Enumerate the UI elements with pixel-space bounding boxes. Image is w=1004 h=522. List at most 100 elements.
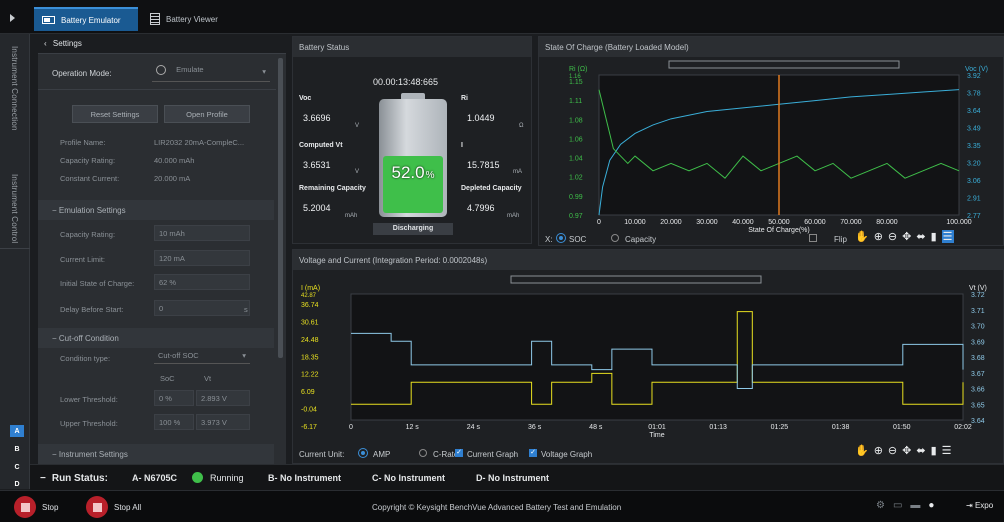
x-axis-label: State Of Charge(%) bbox=[748, 227, 809, 234]
operation-mode-select[interactable]: Emulate ▾ bbox=[152, 62, 270, 82]
i-tick-label: -6.17 bbox=[301, 424, 317, 431]
ri-tick-label: 0.97 bbox=[569, 213, 583, 220]
lower-soc-field[interactable]: 0 % bbox=[154, 390, 194, 406]
pan-icon[interactable]: ✋ bbox=[855, 230, 869, 243]
folder-icon[interactable]: ▬ bbox=[910, 500, 920, 511]
copyright-text: Copyright © Keysight BenchVue Advanced B… bbox=[372, 503, 622, 512]
vt-tick-label: 3.69 bbox=[971, 339, 985, 346]
condition-type-select[interactable]: Cut-off SOC ▾ bbox=[154, 348, 250, 364]
export-button[interactable]: ⇥ Expo bbox=[966, 501, 993, 510]
zoom-out-icon[interactable]: ⊖ bbox=[888, 444, 897, 457]
current-graph-checkbox[interactable]: ✓ bbox=[455, 449, 463, 457]
vt-tick-label: 3.70 bbox=[971, 324, 985, 331]
tab-battery-emulator[interactable]: Battery Emulator bbox=[34, 7, 138, 31]
i-tick-label: 36.74 bbox=[301, 302, 319, 309]
zoom-in-icon[interactable]: ⊕ bbox=[874, 444, 883, 457]
upper-vt-field[interactable]: 3.973 V bbox=[196, 414, 250, 430]
collapse-icon[interactable]: − bbox=[40, 473, 46, 484]
channel-a-button[interactable]: A bbox=[10, 425, 24, 437]
settings-panel: ‹ Settings Operation Mode: Emulate ▾ Res… bbox=[38, 34, 286, 464]
soc-chart[interactable]: Ri (Ω)1.161.151.111.081.061.041.020.990.… bbox=[539, 57, 1004, 247]
emulation-settings-header[interactable]: − Emulation Settings bbox=[38, 200, 274, 220]
current-limit-label: Current Limit: bbox=[60, 255, 106, 264]
zoom-out-icon[interactable]: ⊖ bbox=[888, 230, 897, 243]
instrument-connection-tab[interactable]: Instrument Connection bbox=[10, 46, 19, 131]
voc-tick-label: 3.06 bbox=[967, 178, 981, 185]
expand-icon[interactable]: ⬌ bbox=[916, 444, 925, 457]
run-status-bar: − Run Status: A- N6705C Running B- No Ins… bbox=[30, 464, 1004, 490]
options-icon[interactable]: ☰ bbox=[941, 230, 954, 243]
collapse-arrow-icon[interactable] bbox=[10, 14, 15, 22]
thermometer-icon[interactable]: ● bbox=[928, 500, 934, 511]
bookmark-icon[interactable]: ▮ bbox=[931, 230, 937, 243]
channel-b-button[interactable]: B bbox=[10, 443, 24, 455]
i-tick-label: -0.04 bbox=[301, 407, 317, 414]
amp-radio[interactable] bbox=[359, 449, 367, 457]
i-axis-top: 42.87 bbox=[301, 293, 317, 299]
open-profile-button[interactable]: Open Profile bbox=[164, 105, 250, 123]
instrument-control-tab[interactable]: Instrument Control bbox=[10, 174, 19, 243]
vt-tick-label: 3.66 bbox=[971, 387, 985, 394]
computed-vt-unit: V bbox=[355, 169, 360, 175]
x-tick-label: 20.000 bbox=[660, 219, 682, 226]
instrument-settings-header[interactable]: − Instrument Settings bbox=[38, 444, 274, 464]
initial-soc-field[interactable]: 62 % bbox=[154, 274, 250, 290]
stop-icon[interactable] bbox=[14, 496, 36, 518]
stop-button[interactable]: Stop bbox=[42, 503, 58, 512]
x-tick-label: 100.000 bbox=[946, 219, 971, 226]
settings-scrollbar[interactable] bbox=[278, 58, 283, 358]
voc-tick-label: 2.91 bbox=[967, 196, 981, 203]
bookmark-icon[interactable]: ▮ bbox=[931, 444, 937, 457]
ri-tick-label: 1.11 bbox=[569, 98, 582, 105]
capacity-radio[interactable] bbox=[611, 234, 619, 242]
cutoff-condition-header[interactable]: − Cut-off Condition bbox=[38, 328, 274, 348]
voltage-graph-checkbox[interactable]: ✓ bbox=[529, 449, 537, 457]
i-tick-label: 18.35 bbox=[301, 354, 319, 361]
monitor-icon[interactable]: ▭ bbox=[893, 500, 902, 511]
vt-axis-label: Vt (V) bbox=[969, 285, 987, 292]
range-scroller bbox=[668, 60, 900, 69]
current-limit-field[interactable]: 120 mA bbox=[154, 250, 250, 266]
pan-icon[interactable]: ✋ bbox=[855, 444, 869, 457]
capacity-rating-value: 40.000 mAh bbox=[154, 156, 195, 165]
settings-gear-icon[interactable]: ⚙ bbox=[876, 500, 885, 511]
voc-tick-label: 3.49 bbox=[967, 126, 981, 133]
fit-icon[interactable]: ✥ bbox=[902, 230, 911, 243]
channel-d-button[interactable]: D bbox=[10, 478, 24, 490]
i-tick-label: 30.61 bbox=[301, 319, 319, 326]
left-side-strip: Instrument Connection Instrument Control bbox=[0, 34, 30, 489]
capacity-radio-label: Capacity bbox=[625, 235, 657, 244]
capacity-rating-field[interactable]: 10 mAh bbox=[154, 225, 250, 241]
depleted-capacity-label: Depleted Capacity bbox=[461, 185, 522, 192]
expand-icon[interactable]: ⬌ bbox=[916, 230, 925, 243]
x-tick-label: 10.000 bbox=[624, 219, 646, 226]
depleted-capacity-value: 4.7996 bbox=[467, 203, 495, 213]
options-icon[interactable]: ☰ bbox=[942, 444, 952, 457]
tab-battery-viewer[interactable]: Battery Viewer bbox=[142, 7, 242, 31]
delay-field[interactable]: 0 bbox=[154, 300, 250, 316]
battery-gauge-icon bbox=[379, 99, 447, 217]
vi-chart[interactable]: I (mA)42.87 36.74 30.61 24.48 18.35 12.22 6.09… bbox=[293, 270, 1004, 448]
x-tick-label: 01:38 bbox=[832, 424, 850, 431]
settings-header[interactable]: ‹ Settings bbox=[38, 34, 286, 54]
vt-tick-label: 3.64 bbox=[971, 418, 985, 425]
soc-radio[interactable] bbox=[557, 234, 565, 242]
i-tick-label: 24.48 bbox=[301, 337, 319, 344]
document-icon bbox=[150, 13, 160, 25]
stop-all-button[interactable]: Stop All bbox=[114, 503, 141, 512]
vt-tick-label: 3.72 bbox=[971, 292, 985, 299]
lower-vt-field[interactable]: 2.893 V bbox=[196, 390, 250, 406]
channel-c-button[interactable]: C bbox=[10, 461, 24, 473]
battery-status-panel: Battery Status 00.00:13:48:665 Voc 3.669… bbox=[292, 36, 532, 244]
flip-label: Flip bbox=[834, 235, 847, 244]
collapse-icon: − bbox=[52, 334, 57, 343]
flip-checkbox[interactable] bbox=[809, 234, 817, 242]
crate-radio[interactable] bbox=[419, 449, 427, 457]
channel-c-status: C- No Instrument bbox=[372, 473, 445, 483]
upper-soc-field[interactable]: 100 % bbox=[154, 414, 194, 430]
fit-icon[interactable]: ✥ bbox=[902, 444, 911, 457]
zoom-in-icon[interactable]: ⊕ bbox=[874, 230, 883, 243]
stop-all-icon[interactable] bbox=[86, 496, 108, 518]
reset-settings-button[interactable]: Reset Settings bbox=[72, 105, 158, 123]
x-tick-label: 01:50 bbox=[893, 424, 911, 431]
